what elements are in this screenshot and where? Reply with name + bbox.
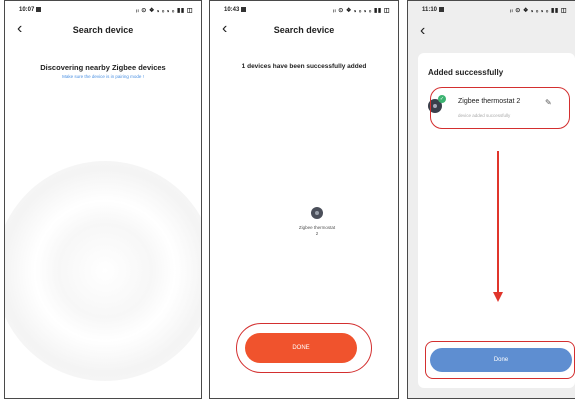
annotation-arrow-line	[497, 151, 499, 293]
added-successfully-heading: Added successfully	[428, 68, 504, 77]
thermostat-device-icon[interactable]	[311, 207, 323, 219]
page-title: Search device	[273, 25, 335, 35]
device-name-label: Zigbee thermostat 2	[298, 225, 336, 236]
back-arrow-icon[interactable]: ‹	[420, 23, 425, 39]
annotation-arrow-head-icon	[493, 292, 503, 302]
page-title: Search device	[72, 25, 134, 35]
status-time: 10:43	[224, 7, 240, 13]
device-highlight-annotation	[430, 87, 570, 129]
screen-added-successfully: 11:10 ᵢₗ ⊙ ❖ ₛ ₒ ₛ ₒ ▮▮ ◫ ‹ Added succes…	[407, 0, 575, 399]
status-time: 11:10	[422, 7, 438, 13]
discovering-heading: Discovering nearby Zigbee devices	[40, 63, 166, 72]
status-icons: ᵢₗ ⊙ ❖ ₛ ₒ ₛ ₒ ▮▮ ◫	[510, 8, 567, 14]
screen-searching: 10:07 ᵢₗ ⊙ ❖ ₛ ₒ ₛ ₒ ▮▮ ◫ ‹ Search devic…	[4, 0, 202, 399]
radar-animation	[5, 161, 201, 381]
done-highlight-annotation	[425, 341, 575, 379]
notification-icon	[439, 7, 445, 12]
devices-added-heading: 1 devices have been successfully added	[241, 63, 367, 70]
status-time: 10:07	[19, 7, 35, 13]
status-bar: 10:43 ᵢₗ ⊙ ❖ ₛ ₒ ₛ ₒ ▮▮ ◫	[210, 1, 398, 21]
highlight-annotation	[236, 323, 372, 373]
status-icons: ᵢₗ ⊙ ❖ ₛ ₒ ₛ ₒ ▮▮ ◫	[136, 8, 193, 14]
pairing-mode-hint[interactable]: Make sure the device is in pairing mode …	[5, 74, 201, 79]
screen-added: 10:43 ᵢₗ ⊙ ❖ ₛ ₒ ₛ ₒ ▮▮ ◫ ‹ Search devic…	[209, 0, 399, 399]
status-bar: 10:07 ᵢₗ ⊙ ❖ ₛ ₒ ₛ ₒ ▮▮ ◫	[5, 1, 201, 21]
status-bar: 11:10 ᵢₗ ⊙ ❖ ₛ ₒ ₛ ₒ ▮▮ ◫	[408, 1, 575, 21]
notification-icon	[36, 7, 42, 12]
status-icons: ᵢₗ ⊙ ❖ ₛ ₒ ₛ ₒ ▮▮ ◫	[333, 8, 390, 14]
notification-icon	[241, 7, 247, 12]
